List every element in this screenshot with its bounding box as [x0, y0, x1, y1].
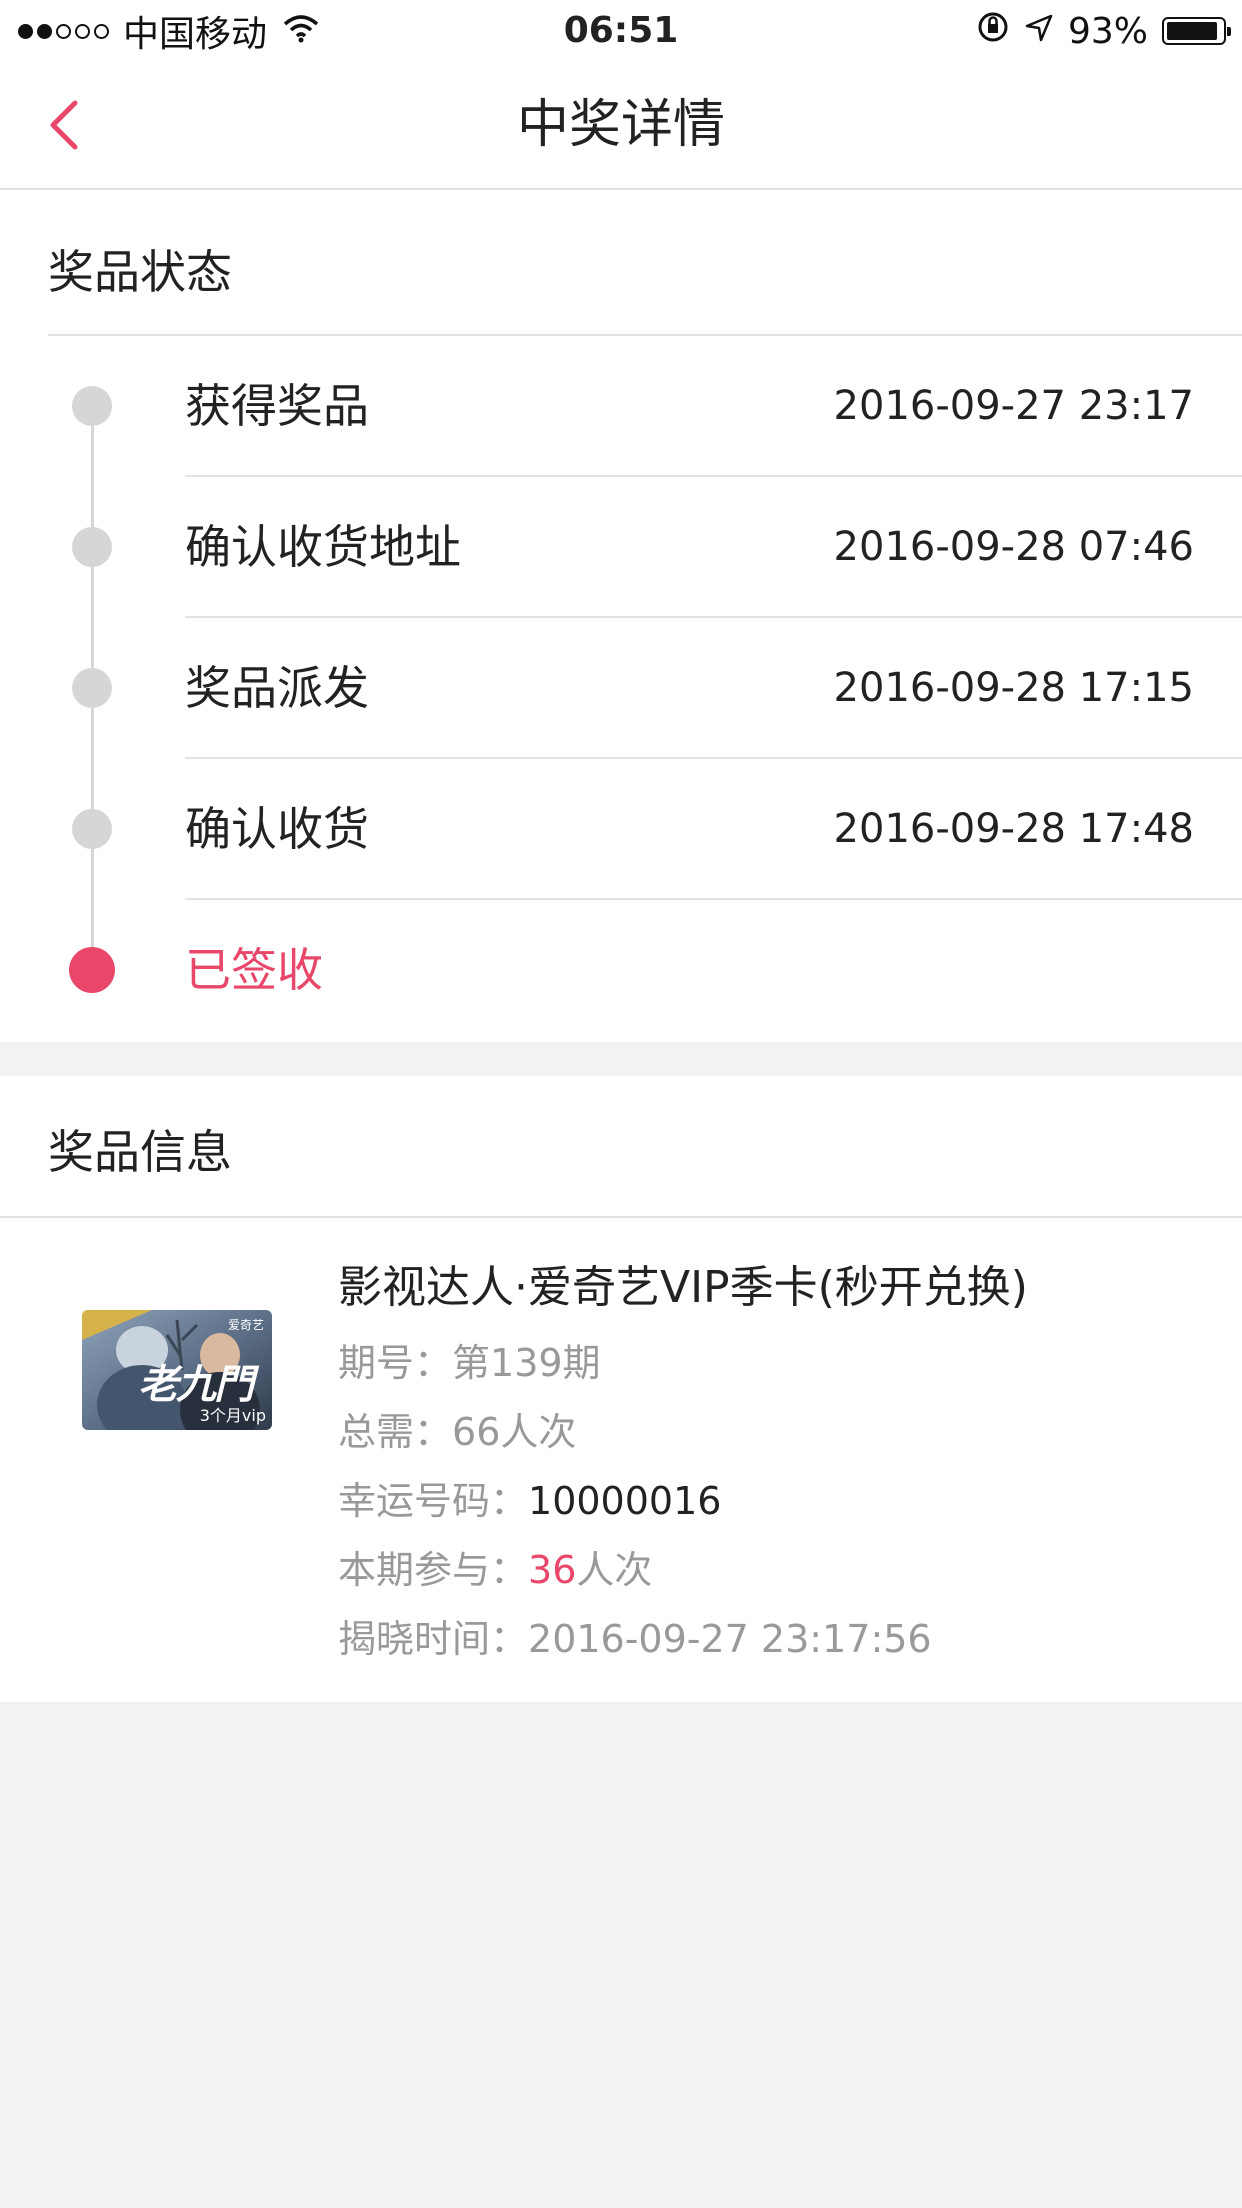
timeline-step: 获得奖品 2016-09-27 23:17 — [0, 336, 1242, 477]
total-label: 总需： — [338, 1410, 453, 1454]
prize-info-section: 奖品信息 爱奇艺 老九門 3个月vip 影视达人·爱奇艺VIP季卡(秒开兑换) … — [0, 1076, 1242, 1702]
issue-value: 第139期 — [452, 1341, 601, 1385]
lucky-number-value: 10000016 — [528, 1479, 722, 1523]
timeline-step: 确认收货地址 2016-09-28 07:46 — [0, 477, 1242, 618]
battery-level — [1167, 22, 1218, 40]
thumbnail-badge: 3个月vip — [199, 1406, 266, 1425]
timeline-dot-active — [69, 947, 115, 993]
total-value: 66人次 — [452, 1410, 577, 1454]
participation-row: 本期参与：36人次 — [338, 1539, 652, 1594]
timeline-step-label: 获得奖品 — [185, 379, 369, 433]
timeline-dot — [72, 668, 112, 708]
lucky-number-label: 幸运号码： — [338, 1479, 529, 1523]
timeline-dot — [72, 809, 112, 849]
prize-name: 影视达人·爱奇艺VIP季卡(秒开兑换) — [338, 1262, 1028, 1313]
timeline-step-time: 2016-09-28 07:46 — [833, 524, 1194, 570]
timeline-step-label: 奖品派发 — [185, 661, 369, 715]
prize-status-title: 奖品状态 — [48, 245, 232, 299]
reveal-time-value: 2016-09-27 23:17:56 — [528, 1617, 932, 1661]
reveal-time-row: 揭晓时间：2016-09-27 23:17:56 — [338, 1608, 932, 1663]
timeline-step-time: 2016-09-28 17:48 — [833, 806, 1194, 852]
divider — [0, 1216, 1242, 1218]
timeline-dot — [72, 386, 112, 426]
battery-percent: 93% — [1067, 10, 1148, 52]
timeline-step: 奖品派发 2016-09-28 17:15 — [0, 618, 1242, 759]
prize-thumbnail[interactable]: 爱奇艺 老九門 3个月vip — [82, 1310, 272, 1430]
timeline-step-time: 2016-09-28 17:15 — [833, 665, 1194, 711]
participation-label: 本期参与： — [338, 1548, 529, 1592]
battery-icon — [1162, 17, 1231, 45]
issue-row: 期号：第139期 — [338, 1332, 601, 1387]
status-bar: 中国移动 06:51 93% — [0, 0, 1242, 62]
prize-info-title: 奖品信息 — [48, 1125, 232, 1179]
location-icon — [1024, 11, 1054, 52]
timeline-step-label: 已签收 — [185, 943, 323, 997]
timeline-step-current: 已签收 — [0, 900, 1242, 1041]
status-bar-right: 93% — [962, 8, 1231, 54]
participation-unit: 人次 — [576, 1548, 653, 1592]
nav-bar: 中奖详情 — [0, 62, 1242, 190]
prize-status-section: 奖品状态 获得奖品 2016-09-27 23:17 确认收货地址 2016-0… — [0, 190, 1242, 1042]
lucky-number-row: 幸运号码：10000016 — [338, 1470, 721, 1525]
timeline-step-label: 确认收货地址 — [185, 520, 461, 574]
issue-label: 期号： — [338, 1341, 453, 1385]
thumbnail-brand: 爱奇艺 — [227, 1318, 264, 1332]
timeline-step: 确认收货 2016-09-28 17:48 — [0, 759, 1242, 900]
total-row: 总需：66人次 — [338, 1401, 576, 1456]
reveal-time-label: 揭晓时间： — [338, 1617, 529, 1661]
orientation-lock-icon — [976, 10, 1010, 53]
participation-count: 36 — [528, 1548, 577, 1592]
timeline-dot — [72, 527, 112, 567]
timeline-step-time: 2016-09-27 23:17 — [833, 383, 1194, 429]
timeline-step-label: 确认收货 — [185, 802, 369, 856]
page-title: 中奖详情 — [516, 95, 725, 155]
